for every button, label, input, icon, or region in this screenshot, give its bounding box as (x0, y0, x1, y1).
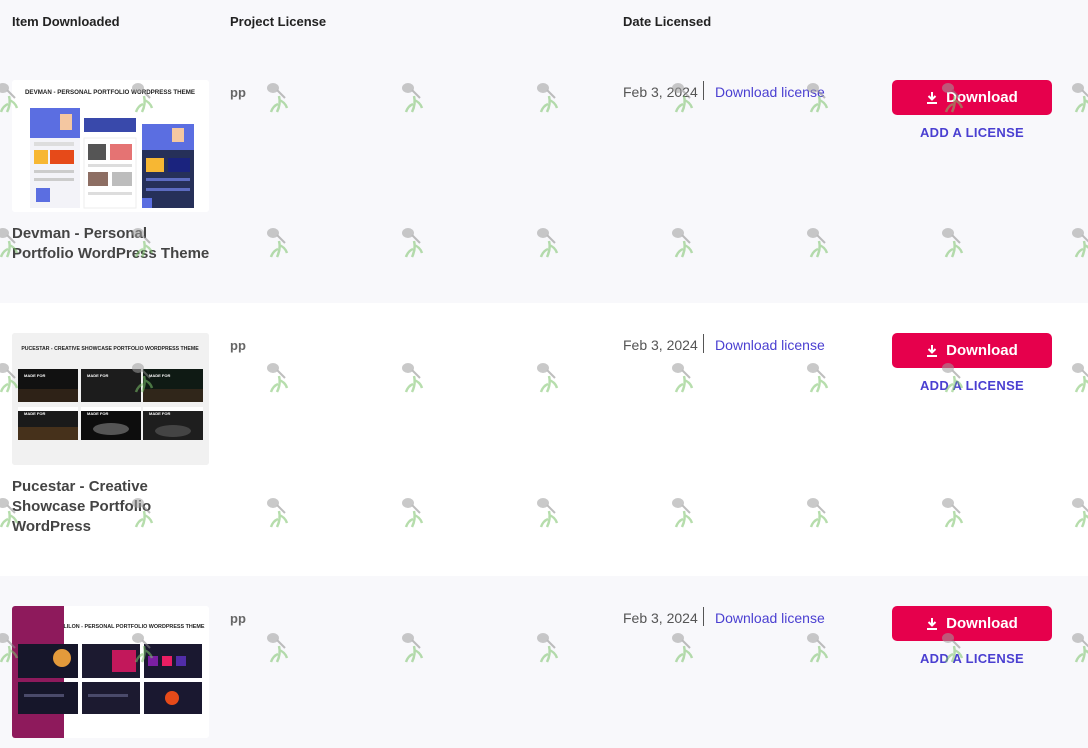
divider (703, 81, 704, 100)
table-row: LILON - PERSONAL PORTFOLIO WORDPRESS THE… (0, 576, 1088, 748)
table-row: PUCESTAR - CREATIVE SHOWCASE PORTFOLIO W… (0, 303, 1088, 576)
date-licensed: Feb 3, 2024 (623, 610, 698, 626)
download-button-label: Download (946, 89, 1018, 106)
download-button[interactable]: Download (892, 333, 1052, 368)
tile-label: MADE FOR (87, 373, 108, 378)
thumbnail-title: PUCESTAR - CREATIVE SHOWCASE PORTFOLIO W… (21, 346, 199, 352)
table-header: Item Downloaded Project License Date Lic… (0, 0, 1088, 45)
column-header-license: Project License (230, 14, 327, 29)
divider (703, 607, 704, 626)
divider (703, 334, 704, 353)
column-header-item: Item Downloaded (12, 14, 120, 29)
tile-label: MADE FOR (24, 411, 45, 416)
item-thumbnail[interactable]: DEVMAN - PERSONAL PORTFOLIO WORDPRESS TH… (12, 80, 209, 212)
project-license: pp (230, 611, 246, 626)
download-license-link[interactable]: Download license (715, 84, 825, 100)
add-license-link[interactable]: ADD A LICENSE (892, 651, 1052, 666)
tile-label: MADE FOR (149, 411, 170, 416)
download-button[interactable]: Download (892, 606, 1052, 641)
tile-label: MADE FOR (24, 373, 45, 378)
add-license-link[interactable]: ADD A LICENSE (892, 125, 1052, 140)
date-licensed: Feb 3, 2024 (623, 84, 698, 100)
project-license: pp (230, 85, 246, 100)
table-row: DEVMAN - PERSONAL PORTFOLIO WORDPRESS TH… (0, 45, 1088, 303)
downloads-page: Item Downloaded Project License Date Lic… (0, 0, 1088, 748)
download-button-label: Download (946, 615, 1018, 632)
thumbnail-title: LILON - PERSONAL PORTFOLIO WORDPRESS THE… (64, 624, 205, 630)
project-license: pp (230, 338, 246, 353)
download-button[interactable]: Download (892, 80, 1052, 115)
column-header-date: Date Licensed (623, 14, 712, 29)
download-button-label: Download (946, 342, 1018, 359)
download-icon (927, 92, 938, 104)
download-license-link[interactable]: Download license (715, 337, 825, 353)
add-license-link[interactable]: ADD A LICENSE (892, 378, 1052, 393)
download-icon (927, 618, 938, 630)
item-thumbnail[interactable]: PUCESTAR - CREATIVE SHOWCASE PORTFOLIO W… (12, 333, 209, 465)
tile-label: MADE FOR (149, 373, 170, 378)
download-license-link[interactable]: Download license (715, 610, 825, 626)
download-icon (927, 345, 938, 357)
item-thumbnail[interactable]: LILON - PERSONAL PORTFOLIO WORDPRESS THE… (12, 606, 209, 738)
date-licensed: Feb 3, 2024 (623, 337, 698, 353)
tile-label: MADE FOR (87, 411, 108, 416)
thumbnail-title: DEVMAN - PERSONAL PORTFOLIO WORDPRESS TH… (25, 89, 195, 96)
item-name-link[interactable]: Pucestar - Creative Showcase Portfolio W… (12, 477, 212, 537)
item-name-link[interactable]: Devman - Personal Portfolio WordPress Th… (12, 224, 212, 264)
